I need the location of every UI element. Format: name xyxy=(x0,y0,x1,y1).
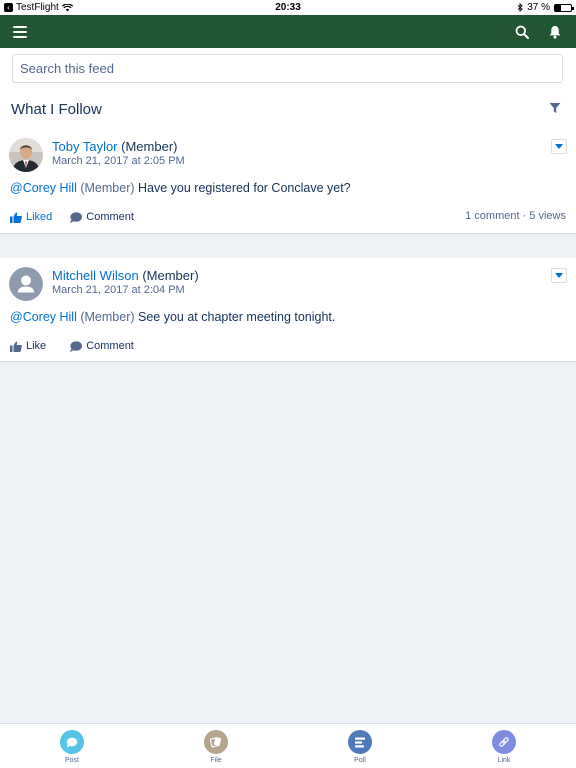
poll-button[interactable]: Poll xyxy=(330,730,390,764)
avatar[interactable] xyxy=(9,138,43,172)
post-timestamp[interactable]: March 21, 2017 at 2:05 PM xyxy=(52,155,185,167)
status-bar: ‹ TestFlight 20:33 37 % xyxy=(0,0,576,15)
status-time: 20:33 xyxy=(275,2,301,13)
default-user-avatar-icon xyxy=(9,267,43,301)
feed-section-header: What I Follow xyxy=(0,90,576,129)
battery-percent: 37 % xyxy=(527,2,550,13)
post-author-line: Mitchell Wilson (Member) xyxy=(52,268,199,283)
mention-link[interactable]: @Corey Hill xyxy=(10,310,77,324)
feed-title[interactable]: What I Follow xyxy=(11,101,102,118)
link-icon xyxy=(492,730,516,754)
comment-button[interactable]: Comment xyxy=(70,211,134,223)
post-author-name[interactable]: Toby Taylor xyxy=(52,139,118,154)
post-stats[interactable]: 1 comment · 5 views xyxy=(465,210,566,222)
file-icon xyxy=(204,730,228,754)
post-author-role: (Member) xyxy=(142,268,199,283)
feed-post: Toby Taylor (Member) March 21, 2017 at 2… xyxy=(0,129,576,234)
post-button[interactable]: Post xyxy=(42,730,102,764)
feed-search-input[interactable] xyxy=(12,54,563,83)
post-label: Post xyxy=(64,757,79,764)
chevron-down-icon xyxy=(555,273,563,278)
link-label: Link xyxy=(497,757,511,764)
avatar[interactable] xyxy=(9,267,43,301)
bluetooth-icon xyxy=(517,3,523,12)
mention-link[interactable]: @Corey Hill xyxy=(10,181,77,195)
comment-label: Comment xyxy=(86,340,134,352)
battery-icon xyxy=(554,3,574,12)
thumbs-up-icon xyxy=(10,212,22,223)
filter-icon[interactable] xyxy=(549,102,561,114)
post-actions-dropdown[interactable] xyxy=(551,139,567,154)
search-icon[interactable] xyxy=(515,25,529,39)
post-body: @Corey Hill (Member) See you at chapter … xyxy=(10,310,335,324)
author-photo-icon xyxy=(9,138,43,172)
post-action-bar: Liked Comment xyxy=(10,210,134,224)
comment-label: Comment xyxy=(86,211,134,223)
like-label: Like xyxy=(26,340,47,352)
comment-bubble-icon xyxy=(70,340,83,352)
like-button[interactable]: Liked xyxy=(10,211,52,223)
post-author-line: Toby Taylor (Member) xyxy=(52,139,177,154)
post-icon xyxy=(60,730,84,754)
post-timestamp[interactable]: March 21, 2017 at 2:04 PM xyxy=(52,284,185,296)
notifications-bell-icon[interactable] xyxy=(548,25,562,39)
battery-level xyxy=(555,4,561,11)
comment-bubble-icon xyxy=(70,211,83,223)
post-author-role: (Member) xyxy=(121,139,178,154)
link-button[interactable]: Link xyxy=(474,730,534,764)
post-text: See you at chapter meeting tonight. xyxy=(138,310,336,324)
mention-role: (Member) xyxy=(80,181,135,195)
thumbs-up-icon xyxy=(10,341,22,352)
poll-label: Poll xyxy=(354,757,366,764)
post-action-bar: Like Comment xyxy=(10,339,134,353)
status-right: 37 % xyxy=(517,2,574,13)
post-body: @Corey Hill (Member) Have you registered… xyxy=(10,181,351,195)
nav-bar xyxy=(0,15,576,48)
file-label: File xyxy=(210,757,222,764)
chevron-down-icon xyxy=(555,144,563,149)
publisher-toolbar: Post File Poll Link xyxy=(0,723,576,768)
post-text: Have you registered for Conclave yet? xyxy=(138,181,351,195)
file-button[interactable]: File xyxy=(186,730,246,764)
like-button[interactable]: Like xyxy=(10,340,46,352)
hamburger-menu-icon[interactable] xyxy=(13,26,27,38)
mention-role: (Member) xyxy=(80,310,135,324)
feed-post: Mitchell Wilson (Member) March 21, 2017 … xyxy=(0,258,576,362)
post-author-name[interactable]: Mitchell Wilson xyxy=(52,268,139,283)
feed-search-bar xyxy=(0,48,576,90)
post-actions-dropdown[interactable] xyxy=(551,268,567,283)
poll-icon xyxy=(348,730,372,754)
comment-button[interactable]: Comment xyxy=(70,340,134,352)
like-label: Liked xyxy=(26,211,53,223)
